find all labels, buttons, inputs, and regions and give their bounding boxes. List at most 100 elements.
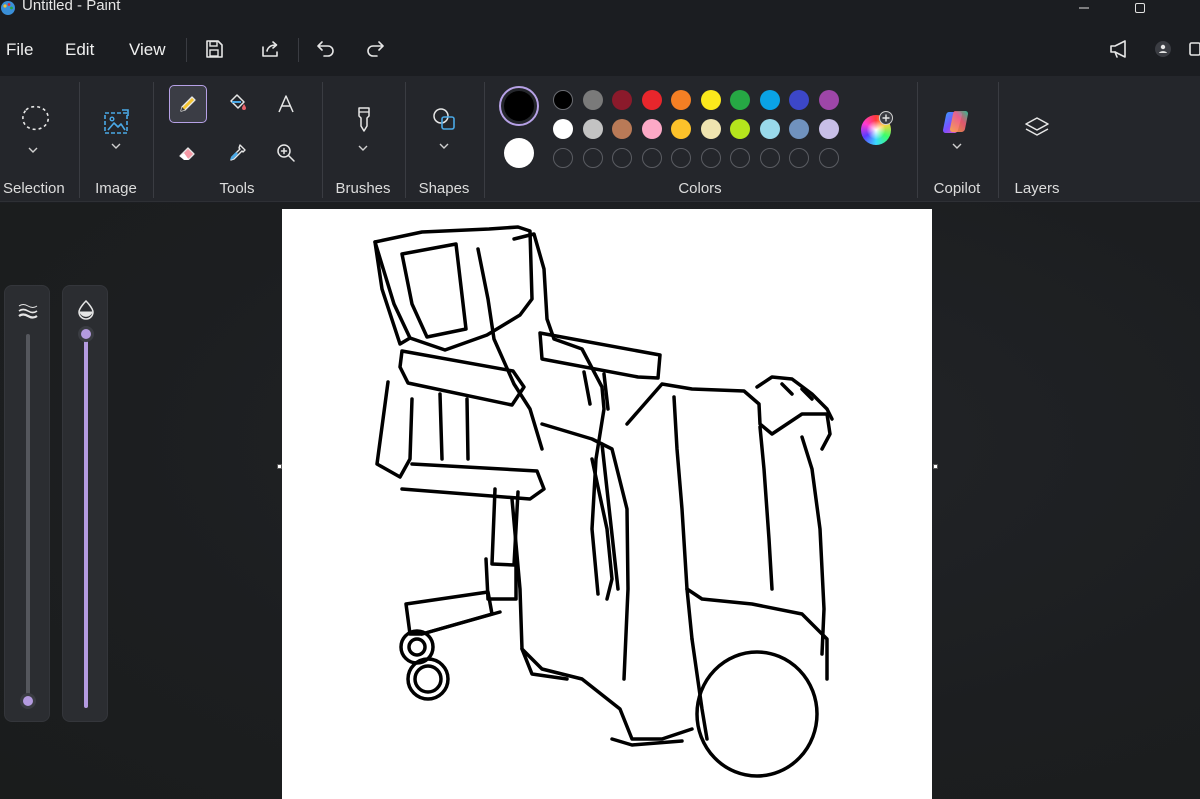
color-swatch[interactable] (700, 90, 721, 110)
color-swatch[interactable] (553, 90, 573, 110)
layers-button[interactable] (1017, 108, 1057, 148)
opacity-slider-thumb[interactable] (78, 326, 94, 342)
minimize-button[interactable] (1064, 0, 1104, 18)
maximize-icon (1135, 3, 1145, 13)
color-swatch[interactable] (700, 119, 721, 139)
custom-color-slot[interactable] (700, 148, 721, 168)
feedback-button[interactable] (1105, 34, 1135, 64)
ribbon-separator (484, 82, 485, 198)
custom-color-slot[interactable] (818, 148, 839, 168)
menu-view[interactable]: View (129, 40, 166, 60)
color-swatch[interactable] (582, 119, 603, 139)
group-label-tools: Tools (219, 180, 255, 197)
group-label-layers: Layers (1014, 180, 1060, 197)
menu-separator (186, 38, 187, 62)
color-swatch[interactable] (612, 90, 632, 110)
selection-button[interactable] (12, 96, 56, 144)
copilot-icon (943, 111, 968, 133)
opacity-panel (62, 285, 108, 722)
eyedropper-icon (230, 144, 246, 161)
custom-color-slot[interactable] (553, 148, 573, 168)
minimize-icon (1079, 7, 1089, 9)
ribbon-separator (917, 82, 918, 198)
color-swatch[interactable] (789, 90, 809, 110)
ribbon-separator (322, 82, 323, 198)
shapes-icon (433, 108, 455, 130)
color-swatch[interactable] (789, 119, 809, 139)
eraser-icon (179, 147, 195, 160)
primary-color-button[interactable] (499, 86, 539, 126)
redo-button[interactable] (360, 34, 390, 64)
chevron-down-icon[interactable] (27, 146, 39, 154)
custom-color-slot[interactable] (612, 148, 632, 168)
account-button[interactable] (1148, 34, 1178, 64)
drawing-canvas[interactable] (282, 209, 932, 799)
color-swatch[interactable] (759, 119, 780, 139)
chevron-down-icon[interactable] (110, 142, 122, 150)
zoom-icon (277, 144, 295, 162)
color-picker-tool-button[interactable] (218, 134, 256, 172)
magnifier-tool-button[interactable] (267, 134, 305, 172)
menu-edit[interactable]: Edit (65, 40, 94, 60)
save-button[interactable] (199, 34, 229, 64)
color-swatch[interactable] (818, 90, 839, 110)
chevron-down-icon[interactable] (438, 142, 450, 150)
window-title: Untitled - Paint (22, 0, 121, 14)
custom-color-slot[interactable] (582, 148, 603, 168)
canvas-resize-handle-right[interactable] (933, 464, 938, 469)
share-button[interactable] (255, 34, 285, 64)
image-button[interactable] (96, 102, 136, 142)
group-label-selection: Selection (3, 180, 65, 197)
brushes-button[interactable] (344, 100, 384, 140)
image-crop-icon (104, 109, 129, 134)
custom-color-slot[interactable] (730, 148, 750, 168)
color-swatch[interactable] (671, 119, 691, 139)
save-icon (206, 40, 223, 58)
menu-separator (298, 38, 299, 62)
color-swatch[interactable] (671, 90, 691, 110)
color-swatch[interactable] (730, 119, 750, 139)
size-slider-thumb[interactable] (20, 692, 36, 709)
secondary-color-button[interactable] (504, 138, 534, 168)
color-swatch[interactable] (818, 119, 839, 139)
stroke-size-icon (18, 304, 38, 319)
copilot-button[interactable] (937, 102, 977, 142)
color-swatch[interactable] (582, 90, 603, 110)
size-slider-track[interactable] (26, 334, 30, 708)
title-bar: Untitled - Paint (0, 0, 1200, 22)
chevron-down-icon[interactable] (357, 144, 369, 152)
menu-file[interactable]: File (6, 40, 33, 60)
menu-bar: File Edit View (0, 22, 1200, 76)
edit-colors-button[interactable] (861, 111, 893, 145)
puzzle-icon (1189, 42, 1200, 56)
color-swatch[interactable] (641, 90, 662, 110)
group-label-colors: Colors (678, 180, 722, 197)
canvas-resize-handle-left[interactable] (277, 464, 282, 469)
undo-button[interactable] (311, 34, 341, 64)
layers-icon (1025, 117, 1049, 136)
group-label-copilot: Copilot (933, 180, 981, 197)
color-swatch[interactable] (553, 119, 573, 139)
custom-color-slot[interactable] (671, 148, 691, 168)
custom-color-slot[interactable] (641, 148, 662, 168)
overflow-icon[interactable] (1188, 40, 1200, 58)
opacity-slider-track[interactable] (84, 334, 88, 708)
fill-tool-button[interactable] (218, 85, 256, 123)
eraser-tool-button[interactable] (169, 134, 207, 172)
group-label-shapes: Shapes (418, 180, 470, 197)
color-swatch[interactable] (759, 90, 780, 110)
custom-color-slot[interactable] (789, 148, 809, 168)
color-swatch[interactable] (612, 119, 632, 139)
color-swatch[interactable] (730, 90, 750, 110)
text-tool-button[interactable] (267, 85, 305, 123)
maximize-button[interactable] (1120, 0, 1160, 18)
shapes-button[interactable] (425, 100, 465, 140)
pencil-tool-button[interactable] (169, 85, 207, 123)
paint-palette-icon (1, 1, 15, 15)
chevron-down-icon[interactable] (951, 142, 963, 150)
text-icon (278, 95, 294, 113)
custom-color-slot[interactable] (759, 148, 780, 168)
group-label-brushes: Brushes (335, 180, 391, 197)
color-swatch[interactable] (641, 119, 662, 139)
paint-bucket-icon (230, 94, 246, 110)
